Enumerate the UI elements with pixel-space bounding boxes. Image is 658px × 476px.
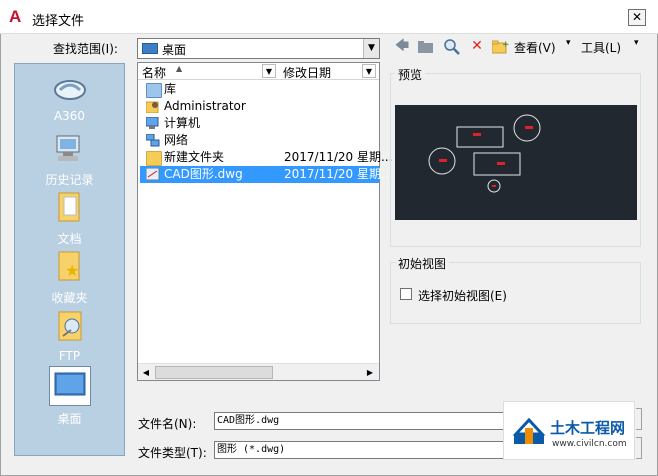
tools-menu-button[interactable]: 工具(L) [581, 39, 621, 56]
watermark-brand: 土木工程网 [550, 419, 626, 437]
place-label: A360 [53, 109, 86, 123]
library-icon [146, 83, 162, 98]
close-button[interactable]: ✕ [628, 9, 646, 26]
title-bar: A 选择文件 ✕ [0, 0, 658, 34]
place-a360[interactable]: A360 [15, 74, 124, 123]
a360-cloud-icon [15, 74, 124, 105]
tools-dropdown-icon[interactable]: ▾ [634, 38, 639, 48]
list-item-selected[interactable]: CAD图形.dwg 2017/11/20 星期... [140, 166, 392, 183]
search-web-icon[interactable] [444, 39, 460, 55]
file-type-select[interactable]: 图形 (*.dwg) [214, 441, 504, 459]
place-label: 桌面 [57, 412, 82, 426]
initial-view-checkbox-label[interactable]: 选择初始视图(E) [418, 287, 507, 304]
look-in-combo[interactable]: 桌面 ▼ [137, 38, 380, 59]
column-filter-icon[interactable]: ▼ [362, 64, 376, 78]
back-arrow-icon[interactable]: 🡄 [393, 38, 411, 56]
scroll-right-icon[interactable]: ▶ [363, 366, 377, 379]
initial-view-label: 初始视图 [395, 255, 450, 272]
cancel-button-edge[interactable] [636, 437, 642, 459]
scroll-thumb[interactable] [155, 366, 273, 379]
place-favorites[interactable]: ★ 收藏夹 [15, 250, 124, 306]
list-item[interactable]: Administrator [140, 98, 379, 115]
svg-text:★: ★ [65, 261, 79, 280]
place-label: 收藏夹 [51, 291, 88, 305]
preview-canvas [395, 105, 637, 220]
initial-view-checkbox[interactable] [400, 288, 412, 300]
autocad-logo-icon: A [9, 7, 22, 26]
place-history[interactable]: 历史记录 [15, 134, 124, 188]
delete-icon[interactable]: ✕ [469, 38, 485, 56]
place-label: FTP [58, 349, 81, 363]
favorites-folder-icon: ★ [15, 250, 124, 285]
watermark-logo: 土木工程网 www.civilcn.com [503, 401, 635, 460]
list-item[interactable]: 库 [140, 81, 379, 98]
file-name-input[interactable]: CAD图形.dwg [214, 412, 504, 430]
svg-text:+: + [502, 40, 509, 50]
chevron-down-icon[interactable]: ▼ [363, 39, 379, 58]
place-label: 文档 [57, 232, 82, 246]
list-item[interactable]: 计算机 [140, 115, 379, 132]
preview-label: 预览 [395, 66, 426, 83]
place-ftp[interactable]: FTP [15, 310, 124, 363]
look-in-value: 桌面 [162, 43, 187, 57]
view-menu-button[interactable]: 查看(V) [514, 39, 556, 56]
view-dropdown-icon[interactable]: ▾ [566, 38, 571, 48]
sort-up-icon: ▲ [176, 64, 183, 73]
computer-icon [145, 116, 160, 130]
place-label: 历史记录 [45, 173, 94, 187]
up-folder-icon[interactable] [418, 40, 433, 53]
column-header-date[interactable]: 修改日期 [283, 64, 331, 81]
file-name-label: 文件名(N): [138, 417, 197, 431]
horizontal-scrollbar[interactable]: ◀ ▶ [138, 363, 379, 380]
list-item[interactable]: 新建文件夹 2017/11/20 星期... [140, 149, 392, 166]
ftp-folder-icon [15, 310, 124, 345]
file-list[interactable]: 名称 ▲ ▼ 修改日期 ▼ 库 Administrator 计算机 网络 新建文… [137, 62, 392, 381]
new-folder-icon[interactable]: + [491, 39, 510, 54]
place-documents[interactable]: 文档 [15, 191, 124, 247]
user-folder-icon [145, 100, 160, 114]
place-desktop[interactable]: 桌面 [15, 366, 124, 427]
places-bar: A360 历史记录 文档 ★ 收藏夹 FTP 桌面 [14, 63, 125, 456]
column-header-name[interactable]: 名称 [142, 64, 166, 81]
scroll-left-icon[interactable]: ◀ [139, 366, 153, 379]
file-list-header: 名称 ▲ ▼ 修改日期 ▼ [138, 63, 379, 80]
window-title: 选择文件 [32, 14, 85, 29]
documents-folder-icon [15, 191, 124, 226]
dwg-file-icon [145, 167, 160, 181]
network-icon [145, 133, 160, 147]
watermark-emblem-icon [512, 416, 546, 446]
desktop-icon [142, 43, 158, 54]
open-button-edge[interactable] [636, 408, 642, 430]
folder-icon [146, 151, 162, 166]
desktop-selected-icon [48, 366, 91, 406]
watermark-url: www.civilcn.com [552, 439, 627, 449]
file-type-label: 文件类型(T): [138, 446, 207, 460]
list-item[interactable]: 网络 [140, 132, 379, 149]
cad-drawing-thumbnail [395, 105, 637, 220]
history-computer-icon [15, 134, 124, 167]
column-filter-icon[interactable]: ▼ [262, 64, 276, 78]
look-in-label: 查找范围(I): [53, 42, 118, 56]
